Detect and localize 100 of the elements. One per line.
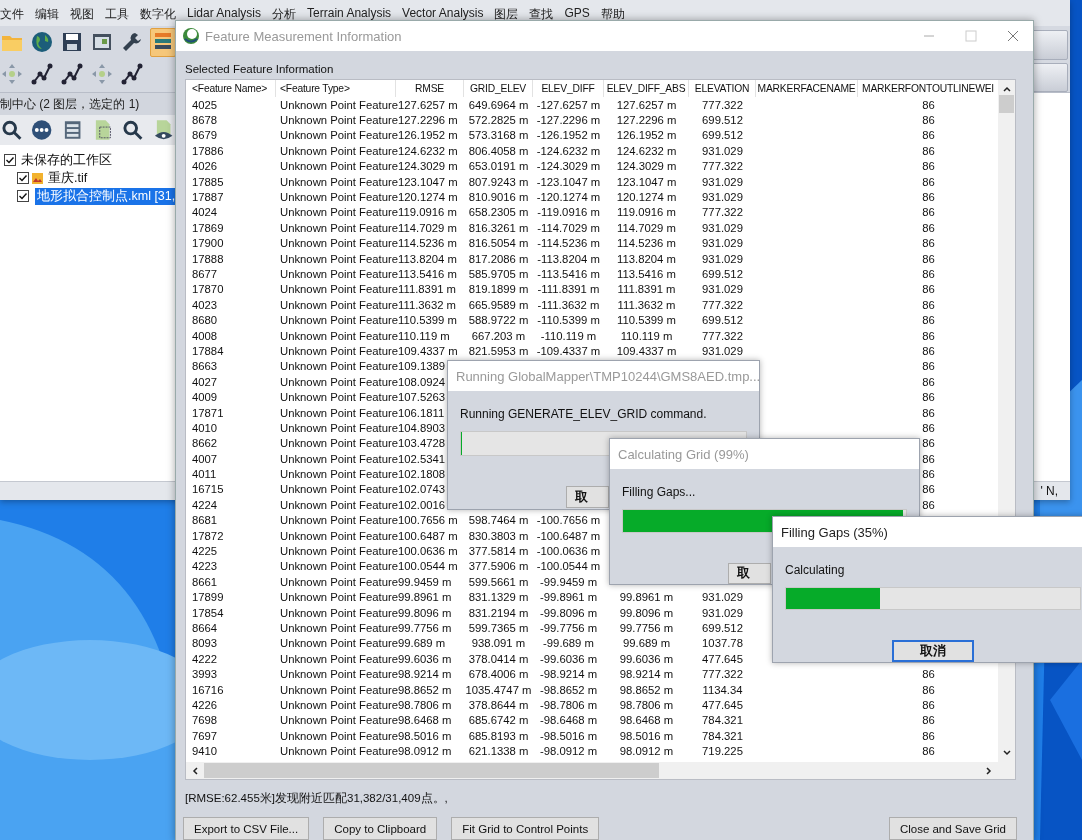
table-cell-text: -99.689 m xyxy=(542,637,595,650)
menu-item[interactable]: 查找 xyxy=(529,6,554,23)
table-cell-text: 17885 xyxy=(191,175,225,188)
checkbox[interactable] xyxy=(17,172,29,184)
scrollbar-thumb[interactable] xyxy=(999,95,1014,113)
table-cell-text: 4226 xyxy=(191,698,219,711)
cancel-button[interactable]: 取 xyxy=(566,486,609,508)
table-cell-text: -113.8204 m xyxy=(536,252,601,265)
table-cell-text: 4009 xyxy=(191,391,219,404)
table-cell-text: 931.029 xyxy=(701,591,744,604)
table-cell-text: 17869 xyxy=(191,221,225,234)
table-cell-text: 8664 xyxy=(191,621,219,634)
horizontal-scrollbar[interactable] xyxy=(186,762,998,779)
scroll-right-icon[interactable] xyxy=(984,765,994,776)
table-cell-text: 8678 xyxy=(191,114,219,127)
table-cell-text: 86 xyxy=(921,129,936,142)
toolbar-handle[interactable] xyxy=(1032,30,1068,60)
menu-item[interactable]: 视图 xyxy=(70,6,94,23)
column-header[interactable]: MARKERFACENAME xyxy=(756,80,858,97)
table-cell-text: 931.029 xyxy=(701,606,744,619)
table-cell-text: 8661 xyxy=(191,575,219,588)
column-header[interactable]: <Feature Name> xyxy=(188,80,276,97)
more-icon[interactable] xyxy=(30,118,54,142)
table-cell-text: 699.512 xyxy=(701,314,744,327)
table-cell-text: 100.0636 m xyxy=(397,545,459,557)
table-cell-text: -99.8096 m xyxy=(538,606,599,619)
table-cell-text: 99.7756 m xyxy=(618,621,675,634)
table-cell-text: 127.6257 m xyxy=(397,98,459,111)
scroll-up-icon[interactable] xyxy=(1001,84,1012,94)
table-cell-text: 931.029 xyxy=(701,175,744,188)
menu-item[interactable]: 分析 xyxy=(272,6,297,23)
menu-item[interactable]: Terrain Analysis xyxy=(307,6,392,20)
menu-item[interactable]: Vector Analysis xyxy=(402,6,484,20)
layer-item[interactable]: 重庆.tif xyxy=(46,169,90,187)
table-cell-text: -119.0916 m xyxy=(536,206,601,219)
table-cell-text: -124.3029 m xyxy=(535,160,602,173)
menu-item[interactable]: Lidar Analysis xyxy=(187,6,262,20)
table-cell-text: 649.6964 m xyxy=(467,98,530,111)
scroll-left-icon[interactable] xyxy=(190,765,200,776)
cancel-button[interactable]: 取消 xyxy=(892,640,974,662)
checkbox[interactable] xyxy=(17,190,29,202)
toolbar-handle[interactable] xyxy=(1032,62,1068,92)
layer-item[interactable]: 未保存的工作区 xyxy=(19,151,114,169)
table-cell-text: 127.6257 m xyxy=(615,98,678,111)
column-header[interactable]: RMSE xyxy=(396,80,464,97)
dialog-button[interactable]: Close and Save Grid xyxy=(888,817,1017,840)
table-cell-text: Unknown Point Feature xyxy=(279,344,396,357)
table-cell-text: 816.3261 m xyxy=(467,221,530,234)
table-cell-text: 126.1952 m xyxy=(397,129,459,142)
table-cell-text: 120.1274 m xyxy=(615,191,678,204)
column-header[interactable]: GRID_ELEV xyxy=(464,80,533,97)
zoom-icon[interactable] xyxy=(121,118,145,142)
menu-item[interactable]: 工具 xyxy=(105,6,129,23)
table-cell-text: 4025 xyxy=(191,98,219,111)
table-cell-text: Unknown Point Feature xyxy=(279,129,396,142)
scroll-down-icon[interactable] xyxy=(1001,748,1012,758)
vertex-icon[interactable] xyxy=(60,62,84,86)
table-cell-text: -114.7029 m xyxy=(536,221,601,234)
save-icon[interactable] xyxy=(60,30,84,54)
table-cell-text: 777.322 xyxy=(701,298,744,311)
table-cell-text: 107.5263 xyxy=(397,391,447,404)
layer-item[interactable]: 地形拟合控制点.kml [31, xyxy=(35,187,178,205)
line-icon[interactable] xyxy=(120,62,144,86)
table-cell-text: Unknown Point Feature xyxy=(279,529,396,542)
search-icon[interactable] xyxy=(0,118,24,142)
menu-item[interactable]: GPS xyxy=(564,6,590,20)
table-cell-text: 113.8204 m xyxy=(397,252,458,265)
menu-item[interactable]: 图层 xyxy=(494,6,519,23)
table-cell-text: 113.5416 m xyxy=(616,268,677,280)
table-cell-text: 9410 xyxy=(191,745,219,758)
table-cell-text: 599.7365 m xyxy=(467,621,530,634)
checkbox[interactable] xyxy=(4,154,16,166)
table-cell-text: 17871 xyxy=(191,406,225,419)
close-icon[interactable] xyxy=(1007,30,1019,42)
table-cell-text: 7698 xyxy=(191,714,219,727)
table-cell-text: 17854 xyxy=(191,606,225,619)
column-header[interactable]: ELEV_DIFF_ABS xyxy=(604,80,689,97)
table-cell-text: 100.7656 m xyxy=(397,514,459,527)
dialog-button[interactable]: Export to CSV File... xyxy=(183,817,310,840)
menu-item[interactable]: 编辑 xyxy=(35,6,59,23)
scrollbar-thumb[interactable] xyxy=(204,763,659,778)
column-header[interactable]: <Feature Type> xyxy=(276,80,396,97)
menu-item[interactable]: 帮助 xyxy=(600,6,625,23)
menu-item[interactable]: 数字化 xyxy=(140,6,176,23)
table-cell-text: -99.6036 m xyxy=(538,652,599,665)
table-cell-text: 100.6487 m xyxy=(397,529,459,542)
table-cell-text: 86 xyxy=(921,683,936,696)
table-cell-text: 17872 xyxy=(191,529,225,542)
dialog-button[interactable]: Copy to Clipboard xyxy=(323,817,438,840)
table-cell-text: 114.7029 m xyxy=(397,221,458,234)
cancel-button[interactable]: 取 xyxy=(728,562,771,584)
node-icon[interactable] xyxy=(30,62,54,86)
dialog-button[interactable]: Fit Grid to Control Points xyxy=(451,817,600,840)
table-cell-text: 830.3803 m xyxy=(467,529,530,542)
column-header[interactable]: ELEV_DIFF xyxy=(533,80,604,97)
menu-item[interactable]: 文件 xyxy=(0,6,24,23)
globe-icon[interactable] xyxy=(30,30,54,54)
table-cell-text: 653.0191 m xyxy=(467,160,530,173)
column-header[interactable]: ELEVATION xyxy=(689,80,756,97)
dialog-title: Filling Gaps (35%) xyxy=(781,524,888,540)
